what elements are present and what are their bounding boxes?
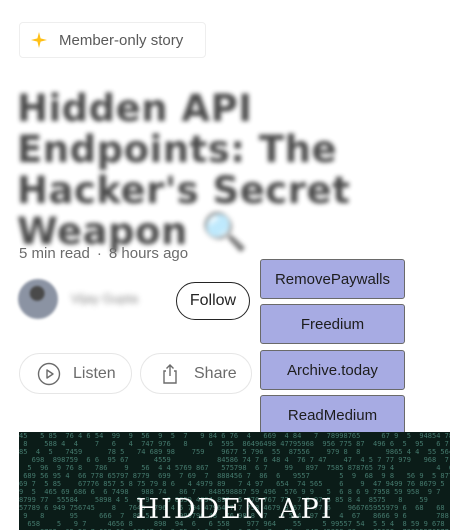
article-title: Hidden API Endpoints: The Hacker's Secre… xyxy=(17,87,351,253)
share-icon xyxy=(163,363,177,384)
author-avatar[interactable] xyxy=(18,279,58,319)
member-only-label: Member-only story xyxy=(59,31,184,49)
hero-caption: HIDDEN API xyxy=(135,494,334,525)
hero-image: 45 5 85 76 4 6 54 99 9 56 9 5 7 9 84 6 7… xyxy=(19,432,450,530)
follow-button[interactable]: Follow xyxy=(176,282,250,320)
share-button[interactable]: Share xyxy=(140,353,252,394)
listen-label: Listen xyxy=(73,364,116,382)
article-meta: 5 min read · 8 hours ago xyxy=(19,245,188,262)
removepaywalls-link[interactable]: RemovePaywalls xyxy=(260,259,405,299)
meta-separator: · xyxy=(96,245,102,262)
posted-time: 8 hours ago xyxy=(108,245,189,262)
member-only-badge[interactable]: Member-only story xyxy=(19,22,206,58)
play-circle-icon xyxy=(37,362,61,385)
freedium-link[interactable]: Freedium xyxy=(260,304,405,344)
read-time: 5 min read xyxy=(19,245,90,262)
author-name[interactable]: Vijay Gupta xyxy=(71,293,161,305)
sparkle-icon xyxy=(31,32,47,48)
share-label: Share xyxy=(194,364,237,382)
archive-today-link[interactable]: Archive.today xyxy=(260,350,405,390)
listen-button[interactable]: Listen xyxy=(19,353,132,394)
readmedium-link[interactable]: ReadMedium xyxy=(260,395,405,435)
